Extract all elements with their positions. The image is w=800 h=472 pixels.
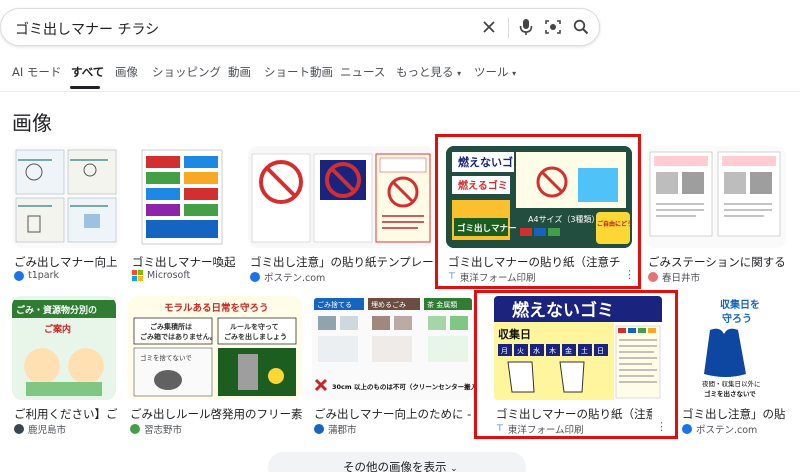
red-highlight-box [474,290,678,439]
search-tabs: AI モード すべて 画像 ショッピング 動画 ショート動画 ニュース もっと見… [0,64,800,89]
image-result-card[interactable]: ゴミ出し注意」の貼り紙テンプレート... ポステン.com [248,146,434,284]
source-name: ポステン.com [264,273,326,284]
thumb-label: ごみ箱ではありません。 [140,332,217,341]
site-favicon [14,270,24,281]
thumb-label: 30cm 以上のものは不可（クリーンセンター搬入） [332,382,474,391]
image-result-source[interactable]: Microsoft [132,270,190,281]
thumb-label: 守ろう [722,312,752,325]
image-result-source[interactable]: 春日井市 [648,270,700,284]
thumb-label: ごみ・資源物分別の [16,304,97,316]
tab-ai-mode[interactable]: AI モード [12,64,61,80]
image-result-title[interactable]: ごみ出しルール啓発用のフリー素... [130,406,302,422]
source-name: 春日井市 [662,273,701,284]
thumb-label: モラルある日常を守ろう [164,302,269,314]
tab-more-label: もっと見る [396,65,454,79]
image-result-title[interactable]: ごみステーションに関する... [648,254,784,270]
tabs-divider [0,91,800,92]
site-favicon [314,424,324,434]
thumb-label: 収集日を [720,298,760,311]
image-result-source[interactable]: ポステン.com [250,270,325,284]
image-thumbnail[interactable]: 収集日を 守ろう 夜間・収集日以外に ゴミを出さないで [680,296,786,400]
tab-news[interactable]: ニュース [340,64,385,80]
chevron-down-icon: ⌄ [450,464,458,472]
tab-tools-label: ツール [474,65,509,79]
image-result-card[interactable]: ごみ捨てる 埋めるごみ 茶 金属類 30cm 以上のものは不可（クリーンセンター… [312,296,476,436]
search-divider [508,18,509,38]
chevron-down-icon: ▾ [457,69,462,78]
site-favicon [648,272,658,282]
thumb-label: 茶 金属類 [427,300,457,309]
source-name: 蒲郡市 [328,425,357,436]
active-tab-indicator [70,86,100,89]
source-name: Microsoft [147,270,191,281]
tab-tools[interactable]: ツール ▾ [474,64,516,80]
image-result-source[interactable]: ポステン.com [682,422,757,436]
site-favicon [130,424,140,434]
tab-videos[interactable]: 動画 [228,64,251,80]
image-thumbnail[interactable] [12,146,120,248]
image-result-card[interactable]: ゴミ出しマナー喚起... Microsoft [130,146,236,284]
site-favicon [250,272,260,282]
thumb-label: 埋めるごみ [371,300,406,309]
site-favicon [14,424,24,434]
source-name: 鹿児島市 [28,425,67,436]
source-name: t1park [28,270,60,281]
image-result-title[interactable]: ゴミ出し注意」の貼り紙テンプレート... [250,254,434,270]
images-section-title: 画像 [12,111,52,135]
image-thumbnail[interactable]: モラルある日常を守ろう ごみ集積所は ごみ箱ではありません。 ルールを守って ご… [128,296,302,400]
microsoft-logo-icon [132,270,143,281]
search-input[interactable]: ゴミ出しマナー チラシ [15,19,159,39]
thumb-label: ゴミを捨てないで [140,353,192,362]
image-result-title[interactable]: ごみ出しマナー向上のために - 愛知... [314,406,476,422]
source-name: 習志野市 [144,425,183,436]
tab-more[interactable]: もっと見る ▾ [396,64,461,80]
image-thumbnail[interactable] [248,146,434,248]
image-result-card[interactable]: ごみ・資源物分別の ご案内 ご利用ください】ご... 鹿児島市 [12,296,118,436]
microphone-icon[interactable] [516,17,536,37]
show-more-images-button[interactable]: その他の画像を表示 ⌄ [268,452,526,472]
show-more-label: その他の画像を表示 ⌄ [343,460,458,472]
thumb-label: ごみ集積所は [150,322,192,331]
red-highlight-box [435,134,641,289]
image-result-card[interactable]: モラルある日常を守ろう ごみ集積所は ごみ箱ではありません。 ルールを守って ご… [128,296,302,436]
site-favicon [682,424,692,434]
image-thumbnail[interactable]: ごみ・資源物分別の ご案内 [12,296,116,400]
image-result-card[interactable]: ごみ出しマナー向上... t1park [12,146,120,284]
image-result-source[interactable]: 鹿児島市 [14,422,66,436]
image-result-title[interactable]: ご利用ください】ご... [14,406,118,422]
search-bar[interactable]: ゴミ出しマナー チラシ [0,8,600,46]
image-thumbnail[interactable] [646,146,786,248]
image-result-source[interactable]: 習志野市 [130,422,182,436]
search-icon[interactable] [571,17,591,37]
clear-icon[interactable] [479,17,499,37]
image-result-source[interactable]: t1park [14,270,59,281]
camera-lens-icon[interactable] [543,17,563,37]
thumb-label: ご案内 [44,323,71,335]
image-result-title[interactable]: ゴミ出しマナー喚起... [132,254,236,270]
thumb-label: 夜間・収集日以外に [702,379,761,388]
chevron-down-icon: ▾ [512,69,517,78]
image-result-card[interactable]: 収集日を 守ろう 夜間・収集日以外に ゴミを出さないで ゴミ出し注意」の貼り..… [680,296,788,436]
tab-shopping[interactable]: ショッピング [152,64,221,80]
image-result-card[interactable]: ごみステーションに関する... 春日井市 [646,146,786,284]
image-result-title[interactable]: ゴミ出し注意」の貼り... [682,406,786,422]
image-thumbnail[interactable]: ごみ捨てる 埋めるごみ 茶 金属類 30cm 以上のものは不可（クリーンセンター… [312,296,474,400]
thumb-label: ごみを出しましょう [224,332,287,341]
tab-images[interactable]: 画像 [115,64,138,80]
thumb-label: ゴミを出さないで [704,389,756,398]
thumb-label: ごみ捨てる [317,300,352,309]
source-name: ポステン.com [696,425,758,436]
image-result-source[interactable]: 蒲郡市 [314,422,357,436]
thumb-label: ルールを守って [230,322,279,331]
image-thumbnail[interactable] [130,146,234,248]
image-result-title[interactable]: ごみ出しマナー向上... [14,254,118,270]
tab-all[interactable]: すべて [71,64,104,80]
tab-short-videos[interactable]: ショート動画 [264,64,333,80]
